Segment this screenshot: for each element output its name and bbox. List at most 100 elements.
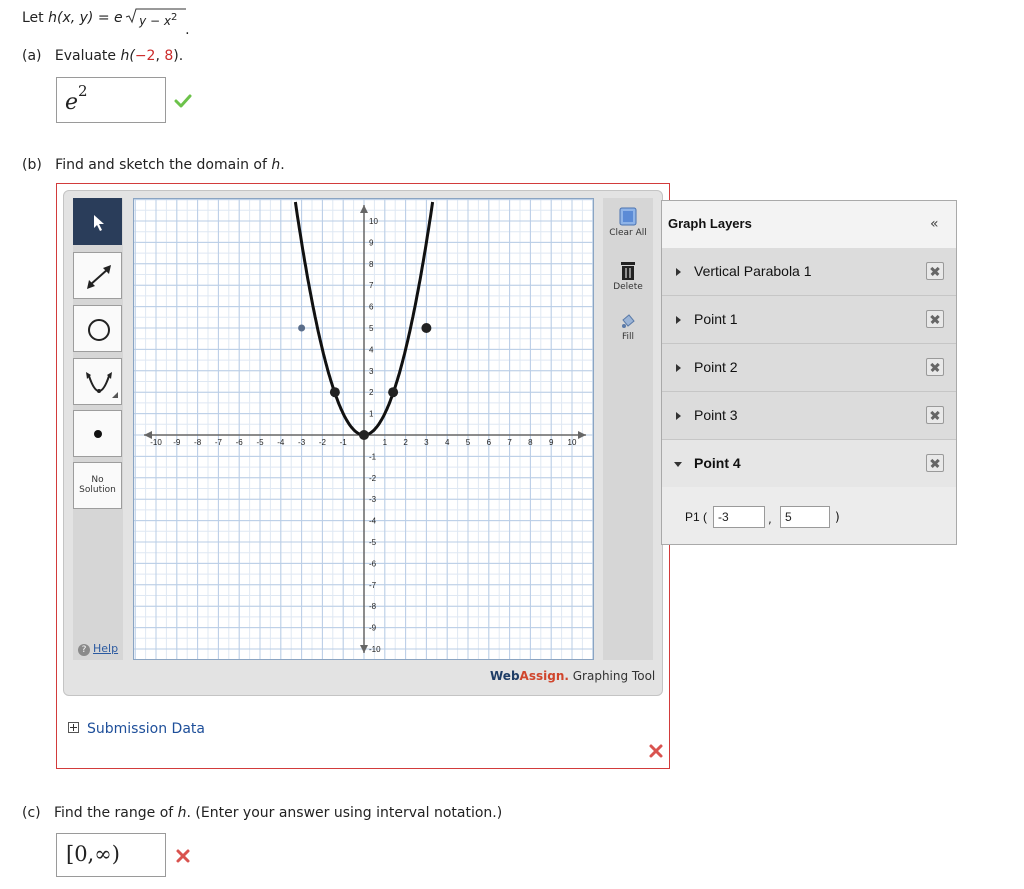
delete-layer-icon[interactable] xyxy=(926,406,944,424)
clear-all-icon xyxy=(619,207,637,226)
layer-item-parabola[interactable]: Vertical Parabola 1 xyxy=(662,248,956,296)
part-c-question: (c) Find the range of h. (Enter your ans… xyxy=(22,805,502,821)
y-tick-label: 4 xyxy=(369,345,374,354)
pointer-icon xyxy=(94,215,104,231)
line-tool-button[interactable] xyxy=(73,252,122,299)
x-tick-label: 6 xyxy=(487,438,492,447)
part-b-period: . xyxy=(280,157,285,173)
x-tick-label: -5 xyxy=(256,438,264,447)
point-x-input[interactable]: -3 xyxy=(713,506,765,528)
point-dot-icon xyxy=(94,430,102,438)
y-tick-label: 9 xyxy=(369,238,374,247)
y-axis-arrow-icon xyxy=(360,205,368,213)
function-definition: h(x, y) = e xyxy=(48,10,123,26)
delete-layer-icon[interactable] xyxy=(926,262,944,280)
part-a-label: (a) xyxy=(22,48,42,64)
x-tick-label: -1 xyxy=(340,438,348,447)
collapse-triangle-icon[interactable] xyxy=(674,462,682,467)
part-b-var: h xyxy=(271,157,281,173)
y-tick-label: 7 xyxy=(369,281,374,290)
graph-point[interactable] xyxy=(329,387,340,398)
y-tick-label: -5 xyxy=(369,538,377,547)
y-tick-label: -4 xyxy=(369,517,377,526)
point-editor-label: P1 ( xyxy=(685,510,708,524)
collapse-panel-icon[interactable]: « xyxy=(930,216,939,232)
delete-button[interactable]: Delete xyxy=(603,258,653,292)
x-tick-label: -3 xyxy=(298,438,306,447)
y-tick-label: 2 xyxy=(369,388,374,397)
help-link[interactable]: ? Help xyxy=(78,642,118,656)
graph-canvas[interactable]: -10 -9 -8 -7 -6 -5 -4 -3 -2 -1 1 2 3 4 5 6 7 8 9 10 10 9 8 7 6 5 4… xyxy=(133,198,594,660)
point-tool-button[interactable] xyxy=(73,410,122,457)
brand-web: Web xyxy=(490,669,520,683)
submission-data-toggle[interactable]: Submission Data xyxy=(68,721,205,737)
delete-layer-icon[interactable] xyxy=(926,310,944,328)
answer-power: 2 xyxy=(78,82,88,100)
y-tick-label: 6 xyxy=(369,303,374,312)
part-b-question: (b) Find and sketch the domain of h. xyxy=(22,157,285,173)
graph-layers-header: Graph Layers « xyxy=(662,201,956,249)
no-solution-button[interactable]: No Solution xyxy=(73,462,122,509)
point-y-input[interactable]: 5 xyxy=(780,506,830,528)
problem-lead: Let xyxy=(22,10,44,26)
x-tick-label: 9 xyxy=(549,438,554,447)
layer-item-point-1[interactable]: Point 1 xyxy=(662,296,956,344)
x-tick-label: -4 xyxy=(277,438,285,447)
help-icon: ? xyxy=(78,644,90,656)
range-answer: [0,∞) xyxy=(66,842,120,866)
delete-layer-icon[interactable] xyxy=(926,454,944,472)
clear-all-button[interactable]: Clear All xyxy=(603,204,653,238)
x-tick-label: -8 xyxy=(194,438,202,447)
graph-point[interactable] xyxy=(388,387,399,398)
webassign-branding: WebAssign. Graphing Tool xyxy=(490,669,655,683)
exponent-text: y − x xyxy=(139,14,171,28)
layer-item-point-2[interactable]: Point 2 xyxy=(662,344,956,392)
x-tick-label: 8 xyxy=(528,438,533,447)
submission-data-label: Submission Data xyxy=(87,721,205,737)
y-tick-label: -6 xyxy=(369,559,377,568)
part-c-text: Find the range of xyxy=(53,805,174,821)
x-tick-label: 10 xyxy=(568,438,577,447)
layer-item-point-4[interactable]: Point 4 xyxy=(662,440,956,487)
y-tick-label: -2 xyxy=(369,474,377,483)
y-tick-label: 3 xyxy=(369,367,374,376)
y-tick-label: 5 xyxy=(369,324,374,333)
statement-period: . xyxy=(185,22,190,38)
graph-point[interactable] xyxy=(359,430,369,440)
parabola-icon xyxy=(86,372,118,398)
part-b-label: (b) xyxy=(22,157,42,173)
expand-triangle-icon[interactable] xyxy=(676,364,681,372)
fill-button[interactable]: Fill xyxy=(603,310,653,342)
expand-triangle-icon[interactable] xyxy=(676,412,681,420)
x-tick-label: 4 xyxy=(445,438,450,447)
part-c-answer-field[interactable]: [0,∞) xyxy=(56,833,166,877)
x-tick-label: 2 xyxy=(403,438,408,447)
y-tick-label: -1 xyxy=(369,452,377,461)
expand-plus-icon[interactable] xyxy=(68,722,79,733)
layer-label: Point 3 xyxy=(694,407,738,423)
layer-label: Point 4 xyxy=(694,455,741,471)
x-tick-label: 3 xyxy=(424,438,429,447)
layer-item-point-3[interactable]: Point 3 xyxy=(662,392,956,440)
y-tick-label: 8 xyxy=(369,260,374,269)
y-tick-label: 1 xyxy=(369,410,374,419)
y-tick-label: -9 xyxy=(369,624,377,633)
y-tick-label: -10 xyxy=(369,645,381,654)
part-a-answer-field[interactable]: e 2 xyxy=(56,77,166,123)
no-solution-label-2: Solution xyxy=(79,485,116,495)
circle-icon xyxy=(88,319,110,341)
x-tick-label: -6 xyxy=(236,438,244,447)
circle-tool-button[interactable] xyxy=(73,305,122,352)
incorrect-x-icon xyxy=(176,849,190,863)
graph-point[interactable] xyxy=(421,323,432,333)
y-tick-label: -7 xyxy=(369,581,377,590)
graph-point[interactable] xyxy=(298,324,306,332)
delete-layer-icon[interactable] xyxy=(926,358,944,376)
point-editor-separator: , xyxy=(768,512,772,526)
expand-triangle-icon[interactable] xyxy=(676,268,681,276)
pointer-tool-button[interactable] xyxy=(73,198,122,245)
parabola-tool-button[interactable] xyxy=(73,358,122,405)
coordinate-plane[interactable]: -10 -9 -8 -7 -6 -5 -4 -3 -2 -1 1 2 3 4 5 6 7 8 9 10 10 9 8 7 6 5 4… xyxy=(134,199,593,659)
brand-tool: Graphing Tool xyxy=(568,669,656,683)
expand-triangle-icon[interactable] xyxy=(676,316,681,324)
